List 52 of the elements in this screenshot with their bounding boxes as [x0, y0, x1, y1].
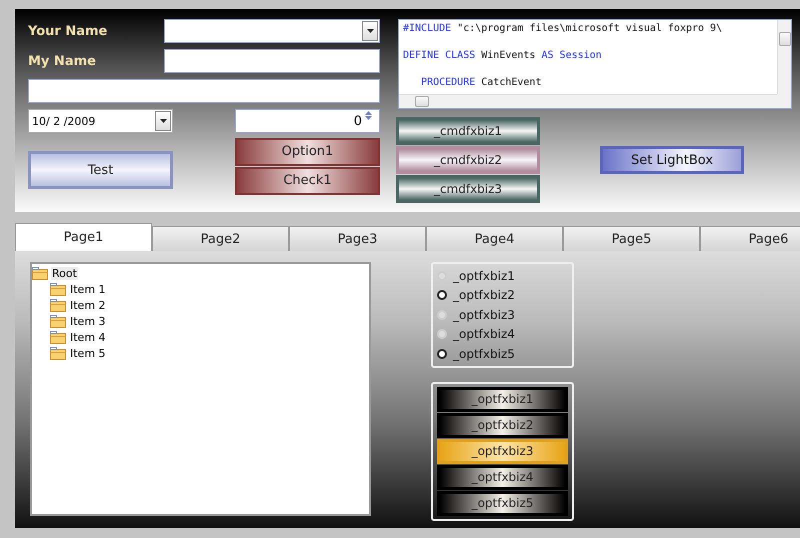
radio-label[interactable]: _optfxbiz5 [453, 346, 515, 361]
field-label: My Name [28, 54, 96, 68]
spin-up-icon [365, 111, 372, 115]
tree-item[interactable]: Item 2 [69, 298, 107, 312]
spin-down-icon [365, 116, 372, 120]
test-button[interactable]: Test [28, 151, 173, 189]
tree-item[interactable]: Root [51, 266, 78, 280]
folder-icon [50, 346, 66, 360]
radio-button[interactable] [437, 348, 447, 359]
page-tab[interactable]: Page6 [700, 226, 800, 251]
code-line: #INCLUDE "c:\program files\microsoft visual foxpro 9\ [403, 23, 722, 34]
option-button[interactable]: _optfxbiz1 [437, 386, 568, 412]
tree-view[interactable]: Root Item 1 Item 2 Item 3 Item 4 Item 5 [30, 262, 371, 516]
option-button[interactable]: _optfxbiz4 [437, 464, 568, 490]
option-button[interactable]: _optfxbiz2 [437, 412, 568, 438]
tree-item[interactable]: Item 5 [69, 346, 107, 360]
code-editor[interactable]: #INCLUDE "c:\program files\microsoft visual foxpro 9\ DEFINE CLASS WinEvents AS Session PROCEDURE CatchEvent [398, 19, 792, 109]
input-field[interactable] [28, 79, 380, 103]
field-label: Your Name [28, 24, 108, 38]
toggle-button[interactable]: Option1 [235, 138, 380, 166]
tree-item[interactable]: Item 4 [69, 330, 107, 344]
date-field[interactable]: 10/ 2 /2009 [28, 109, 173, 133]
page-tab[interactable]: Page1 [15, 223, 152, 251]
radio-label[interactable]: _optfxbiz2 [453, 288, 515, 302]
folder-icon [50, 282, 66, 296]
caret-icon [366, 29, 374, 33]
radio-button[interactable] [437, 290, 447, 300]
tree-item[interactable]: Item 3 [69, 314, 107, 328]
spinner-field[interactable]: 0 [235, 109, 380, 133]
name-combo[interactable] [164, 19, 380, 43]
page-tab[interactable]: Page3 [289, 226, 426, 251]
page-tab[interactable]: Page2 [152, 226, 289, 251]
option-button[interactable]: _optfxbiz3 [437, 438, 568, 464]
folder-icon [32, 266, 48, 280]
input-field[interactable] [164, 49, 380, 73]
lightbox-button[interactable]: Set LightBox [600, 146, 744, 174]
folder-icon [50, 298, 66, 312]
option-button[interactable]: _optfxbiz5 [437, 490, 568, 516]
caret-icon [160, 119, 166, 123]
page-tab[interactable]: Page4 [426, 226, 563, 251]
command-button[interactable]: _cmdfxbiz1 [396, 117, 540, 145]
vertical-scrollbar[interactable] [777, 20, 791, 94]
code-line: PROCEDURE CatchEvent [420, 77, 542, 88]
page-tab[interactable]: Page5 [563, 226, 700, 251]
toggle-button[interactable]: Check1 [235, 166, 380, 194]
folder-icon [50, 314, 66, 328]
horizontal-scrollbar[interactable] [399, 94, 777, 108]
folder-icon [50, 330, 66, 344]
command-button[interactable]: _cmdfxbiz3 [396, 175, 540, 203]
tree-item[interactable]: Item 1 [69, 282, 107, 296]
command-button[interactable]: _cmdfxbiz2 [396, 146, 540, 174]
code-line: DEFINE CLASS WinEvents AS Session [403, 50, 602, 61]
